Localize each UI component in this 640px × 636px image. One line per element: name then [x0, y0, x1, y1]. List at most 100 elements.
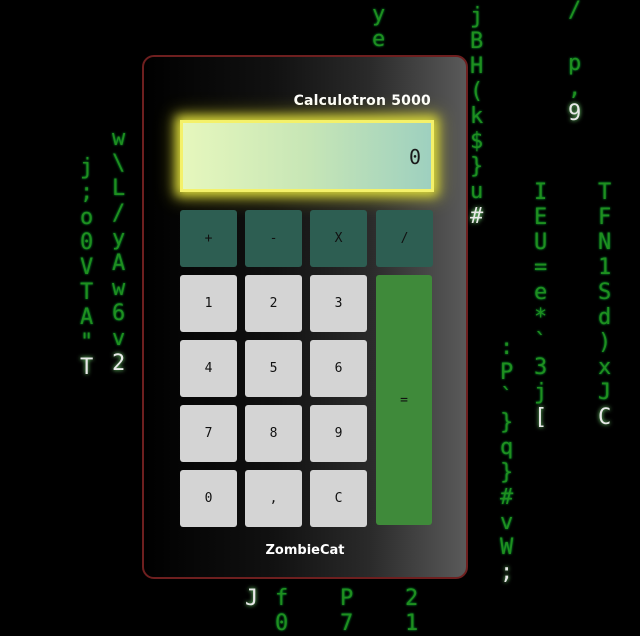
calculator-display: 0 [180, 120, 434, 192]
matrix-column: T F N 1 S d ) x J C [598, 180, 611, 430]
matrix-char: q [500, 435, 514, 460]
digit-8-button[interactable]: 8 [245, 405, 302, 462]
matrix-char: / [112, 201, 126, 226]
matrix-char: T [598, 180, 612, 205]
matrix-char: 6 [112, 301, 126, 326]
matrix-char: 2 [112, 351, 126, 376]
divide-button[interactable]: / [376, 210, 433, 267]
digit-6-button[interactable]: 6 [310, 340, 367, 397]
matrix-char: E [534, 205, 548, 230]
matrix-char: v [500, 510, 514, 535]
matrix-char: v [112, 326, 126, 351]
matrix-column: f 0 [275, 586, 288, 636]
matrix-char: 9 [568, 101, 582, 126]
matrix-column: j ; o 0 V T A " T [80, 155, 93, 380]
matrix-column: y e [372, 2, 385, 52]
matrix-char: # [500, 485, 514, 510]
matrix-char: I [534, 180, 548, 205]
matrix-column: w \ L / y A w 6 v 2 [112, 126, 125, 376]
matrix-char: ) [598, 330, 612, 355]
matrix-char: j [80, 155, 94, 180]
calculator-panel: Calculotron 5000 0 + - X / 1 2 3 4 5 6 7… [142, 55, 468, 579]
matrix-char: f [275, 586, 289, 611]
matrix-column: I E U = e * ` 3 j [ [534, 180, 547, 430]
matrix-char: ` [534, 330, 548, 355]
matrix-char: J [245, 586, 259, 611]
matrix-char: , [568, 76, 582, 101]
add-button[interactable]: + [180, 210, 237, 267]
matrix-char: j [470, 4, 484, 29]
digit-7-button[interactable]: 7 [180, 405, 237, 462]
digit-0-button[interactable]: 0 [180, 470, 237, 527]
digit-5-button[interactable]: 5 [245, 340, 302, 397]
matrix-char: o [80, 205, 94, 230]
matrix-column: j B H ( k $ } u # [470, 4, 483, 229]
matrix-char: H [470, 54, 484, 79]
matrix-char: [ [534, 405, 548, 430]
matrix-column: J [245, 586, 258, 611]
matrix-char: A [112, 251, 126, 276]
matrix-column: / p , 9 [568, 0, 581, 126]
matrix-char: P [340, 586, 354, 611]
matrix-char: 0 [275, 611, 289, 636]
matrix-char: # [470, 204, 484, 229]
clear-button[interactable]: C [310, 470, 367, 527]
matrix-char: y [112, 226, 126, 251]
comma-button[interactable]: , [245, 470, 302, 527]
digit-2-button[interactable]: 2 [245, 275, 302, 332]
multiply-button[interactable]: X [310, 210, 367, 267]
matrix-column: P 7 [340, 586, 353, 636]
matrix-char: $ [470, 129, 484, 154]
matrix-char: F [598, 205, 612, 230]
matrix-char: k [470, 104, 484, 129]
matrix-char: x [598, 355, 612, 380]
matrix-char: A [80, 305, 94, 330]
matrix-char: j [534, 380, 548, 405]
digit-1-button[interactable]: 1 [180, 275, 237, 332]
matrix-char: / [568, 0, 582, 23]
matrix-char: T [80, 280, 94, 305]
matrix-char: P [500, 360, 514, 385]
matrix-char: p [568, 51, 582, 76]
matrix-char: d [598, 305, 612, 330]
matrix-char: C [598, 405, 612, 430]
matrix-char: ( [470, 79, 484, 104]
matrix-char: N [598, 230, 612, 255]
matrix-char: * [534, 305, 548, 330]
matrix-char: ` [500, 385, 514, 410]
matrix-char: V [80, 255, 94, 280]
equals-button[interactable]: = [376, 275, 432, 525]
matrix-char: } [500, 410, 514, 435]
matrix-char: u [470, 179, 484, 204]
matrix-char: 0 [80, 230, 94, 255]
matrix-char: e [534, 280, 548, 305]
matrix-char: = [534, 255, 548, 280]
matrix-char: 3 [534, 355, 548, 380]
matrix-char: S [598, 280, 612, 305]
matrix-char: : [500, 335, 514, 360]
matrix-column: : P ` } q } # v W ; [500, 335, 513, 585]
matrix-char: 1 [405, 611, 419, 636]
digit-9-button[interactable]: 9 [310, 405, 367, 462]
matrix-char: ; [500, 560, 514, 585]
matrix-char: 7 [340, 611, 354, 636]
matrix-char: \ [112, 151, 126, 176]
calculator-footer: ZombieCat [265, 543, 345, 558]
matrix-char: 2 [405, 586, 419, 611]
matrix-char: B [470, 29, 484, 54]
matrix-char: J [598, 380, 612, 405]
matrix-char: w [112, 126, 126, 151]
digit-3-button[interactable]: 3 [310, 275, 367, 332]
matrix-char: W [500, 535, 514, 560]
matrix-char: " [80, 330, 94, 355]
subtract-button[interactable]: - [245, 210, 302, 267]
matrix-char: L [112, 176, 126, 201]
calculator-title: Calculotron 5000 [293, 93, 431, 109]
matrix-char: } [470, 154, 484, 179]
matrix-char: ; [80, 180, 94, 205]
digit-4-button[interactable]: 4 [180, 340, 237, 397]
matrix-char: } [500, 460, 514, 485]
matrix-char: w [112, 276, 126, 301]
matrix-char: 1 [598, 255, 612, 280]
matrix-column: 2 1 [405, 586, 418, 636]
